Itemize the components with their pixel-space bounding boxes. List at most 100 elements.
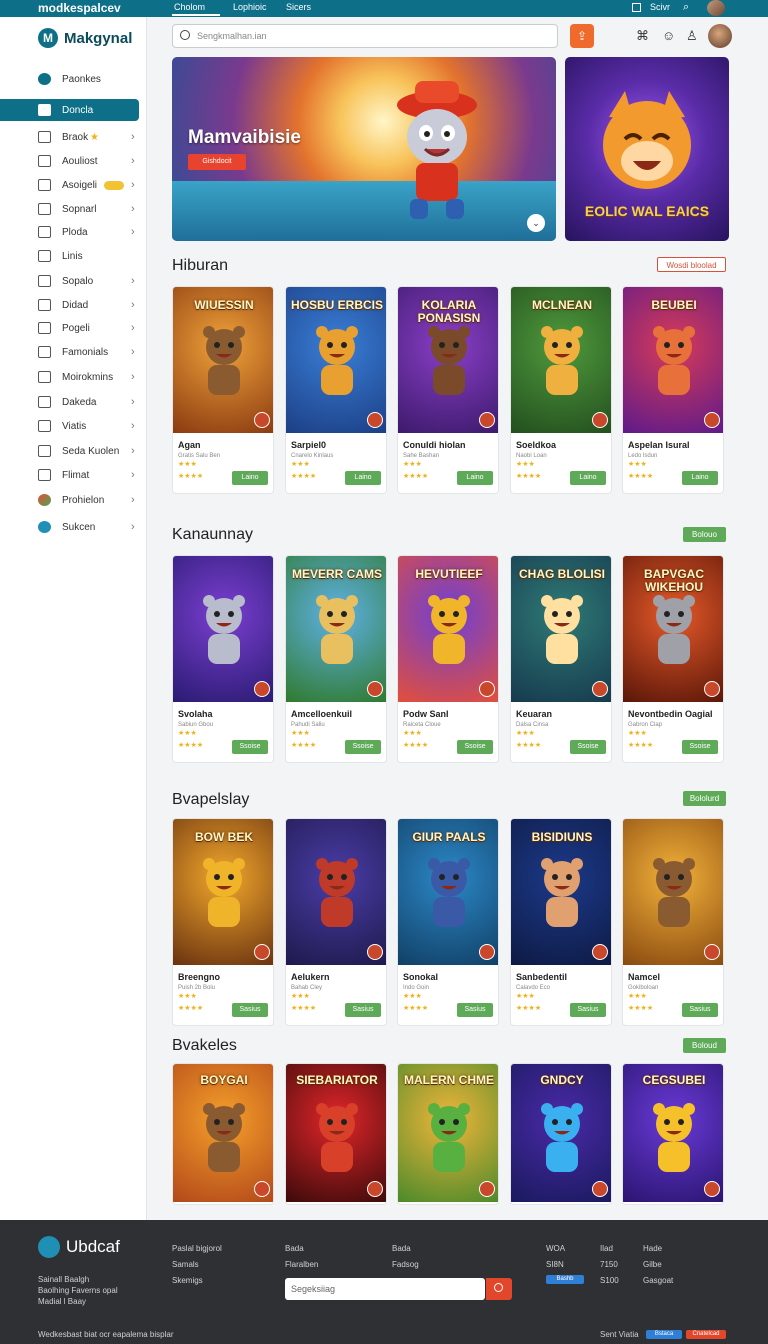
play-button[interactable]: Ssoise — [345, 740, 381, 754]
gift-icon[interactable]: ⌘ — [636, 28, 649, 44]
footer-link[interactable]: Bada — [285, 1244, 304, 1253]
play-button[interactable]: Ssoise — [457, 740, 493, 754]
promo-banner[interactable]: EOLIC WAL EAICS — [565, 57, 729, 241]
footer-badge-1[interactable]: Bashb — [546, 1275, 584, 1284]
hero-banner[interactable]: Mamvaibisie Gishdocit — [172, 57, 556, 241]
window-icon[interactable] — [632, 3, 641, 12]
footer-link[interactable]: SI8N — [546, 1260, 564, 1269]
play-button[interactable]: Laino — [232, 471, 268, 485]
game-card[interactable]: BAPVGAC WIKEHOU Nevontbedin Oagial Gabron … — [622, 555, 724, 763]
top-link-2[interactable]: Lophioic — [233, 2, 267, 12]
footer-link[interactable]: Gilbe — [643, 1260, 662, 1269]
game-card[interactable]: CEGSUBEI — [622, 1063, 724, 1205]
play-button[interactable]: Laino — [457, 471, 493, 485]
sidebar-item-7[interactable]: Ploda › — [0, 221, 146, 243]
footer-link[interactable]: S100 — [600, 1276, 619, 1285]
sidebar-item-14[interactable]: Dakeda › — [0, 391, 146, 413]
game-card[interactable]: MALERN CHME — [397, 1063, 499, 1205]
upload-button[interactable]: ⇪ — [570, 24, 594, 48]
game-card[interactable]: MEVERR CAMS Amcelloenkuil Pahudi Saliu ★★★ ★… — [285, 555, 387, 763]
sidebar-item-15[interactable]: Viatis › — [0, 415, 146, 437]
sidebar-item-19[interactable]: Sukcen › — [0, 516, 146, 538]
footer-link[interactable]: Bada — [392, 1244, 411, 1253]
top-link-1[interactable]: Cholom — [174, 2, 205, 12]
footer-badge-2[interactable]: Bstaca — [646, 1330, 682, 1339]
footer-link[interactable]: Flaralben — [285, 1260, 318, 1269]
site-brand[interactable]: modkespalcev — [38, 1, 121, 15]
sidebar-item-16[interactable]: Seda Kuolen › — [0, 440, 146, 462]
footer-link[interactable]: Fadsog — [392, 1260, 419, 1269]
game-card[interactable]: BEUBEI Aspelan Isural Ledo lsdun ★★★ ★★★★ Lai… — [622, 286, 724, 494]
search-icon[interactable]: ⌕ — [683, 1, 689, 14]
game-card[interactable]: GNDCY — [510, 1063, 612, 1205]
game-card[interactable]: BOYGAI — [172, 1063, 274, 1205]
game-card[interactable]: CHAG BLOLISI Keuaran Dalsa Cinsa ★★★ ★★★★ Sso… — [510, 555, 612, 763]
play-button[interactable]: Sasius — [457, 1003, 493, 1017]
play-button[interactable]: Ssoise — [682, 740, 718, 754]
hero-cta-button[interactable]: Gishdocit — [188, 154, 246, 170]
section-3-more-button[interactable]: Bololurd — [683, 791, 726, 806]
play-button[interactable]: Sasius — [232, 1003, 268, 1017]
sidebar-item-10[interactable]: Didad › — [0, 294, 146, 316]
footer-link[interactable]: Paslal bigjorol — [172, 1244, 222, 1253]
play-button[interactable]: Ssoise — [232, 740, 268, 754]
footer-link[interactable]: WOA — [546, 1244, 565, 1253]
chevron-down-icon[interactable]: ⌄ — [527, 214, 545, 232]
game-card[interactable]: BOW BEK Breengno Puish 2b Bolu ★★★ ★★★★ Sasiu… — [172, 818, 274, 1026]
footer-link[interactable]: Skemigs — [172, 1276, 203, 1285]
section-2-more-button[interactable]: Bolouo — [683, 527, 726, 542]
game-card[interactable]: HEVUTIEEF Podw Sanl Raiceta Cloue ★★★ ★★★★ Ss… — [397, 555, 499, 763]
game-card[interactable]: HOSBU ERBCIS Sarpiel0 Cnarelo Kinlaus ★★★ ★★… — [285, 286, 387, 494]
game-card[interactable]: WIUESSIN Agan Gratis Salu Ben ★★★ ★★★★ Laino — [172, 286, 274, 494]
sidebar-item-18[interactable]: Prohielon › — [0, 489, 146, 511]
sidebar-item-1[interactable]: Paonkes — [0, 68, 146, 90]
sidebar-item-2[interactable]: Doncla — [0, 99, 139, 121]
sidebar-item-3[interactable]: Braok ★ › — [0, 126, 146, 148]
footer-search-button[interactable] — [486, 1278, 512, 1300]
sidebar-logo[interactable]: M Makgynal — [38, 27, 132, 49]
sidebar-item-17[interactable]: Flimat › — [0, 464, 146, 486]
user-icon[interactable]: ♙ — [686, 28, 698, 44]
game-card[interactable]: KOLARIA PONASISN Conuldi hiolan Sahe Basha… — [397, 286, 499, 494]
footer-search-input[interactable]: Segeksiiag — [285, 1278, 485, 1300]
game-card[interactable]: SIEBARIATOR — [285, 1063, 387, 1205]
search-input[interactable]: Sengkmalhan.ian — [172, 24, 558, 48]
section-4-more-button[interactable]: Boloud — [683, 1038, 726, 1053]
footer-badge-3[interactable]: Cnatelcad — [686, 1330, 726, 1339]
footer-link[interactable]: Ilad — [600, 1244, 613, 1253]
top-link-3[interactable]: Sicers — [286, 2, 311, 12]
play-button[interactable]: Sasius — [570, 1003, 606, 1017]
sidebar-item-11[interactable]: Pogeli › — [0, 317, 146, 339]
footer-link[interactable]: Gasgoat — [643, 1276, 673, 1285]
sidebar-item-13[interactable]: Moirokmins › — [0, 366, 146, 388]
section-1-more-button[interactable]: Wosdi bloolad — [657, 257, 726, 272]
chevron-right-icon: › — [131, 226, 135, 238]
game-card[interactable]: BISIDIUNS Sanbedentil Calavdo Eco ★★★ ★★★★ Sa… — [510, 818, 612, 1026]
play-button[interactable]: Sasius — [682, 1003, 718, 1017]
play-button[interactable]: Laino — [345, 471, 381, 485]
game-card[interactable]: Aelukern Bahab Cley ★★★ ★★★★ Sasius — [285, 818, 387, 1026]
game-card[interactable]: MCLNEAN Soeldkoa Naobi Loan ★★★ ★★★★ Laino — [510, 286, 612, 494]
game-card[interactable]: GIUR PAALS Sonokal Indo Goin ★★★ ★★★★ Sasius — [397, 818, 499, 1026]
footer-logo[interactable]: Ubdcaf — [38, 1236, 120, 1258]
smile-icon[interactable]: ☺ — [662, 28, 675, 43]
sidebar-item-4[interactable]: Aouliost › — [0, 150, 146, 172]
play-button[interactable]: Laino — [682, 471, 718, 485]
game-card[interactable]: Namcel Gokiboloan ★★★ ★★★★ Sasius — [622, 818, 724, 1026]
avatar[interactable] — [708, 24, 732, 48]
play-button[interactable]: Sasius — [345, 1003, 381, 1017]
footer-link[interactable]: Hade — [643, 1244, 662, 1253]
sidebar-item-8[interactable]: Linis — [0, 245, 146, 267]
play-button[interactable]: Ssoise — [570, 740, 606, 754]
game-card[interactable]: Svolaha Sabiun Gbou ★★★ ★★★★ Ssoise — [172, 555, 274, 763]
footer-link[interactable]: 7150 — [600, 1260, 618, 1269]
sidebar-item-9[interactable]: Sopalo › — [0, 270, 146, 292]
sidebar-item-5[interactable]: Asoigeli › — [0, 174, 146, 196]
play-button[interactable]: Laino — [570, 471, 606, 485]
top-right-link[interactable]: Scivr — [650, 2, 670, 12]
game-card-art: CEGSUBEI — [623, 1064, 723, 1202]
top-avatar[interactable] — [707, 0, 725, 16]
footer-link[interactable]: Samals — [172, 1260, 199, 1269]
sidebar-item-6[interactable]: Sopnarl › — [0, 198, 146, 220]
sidebar-item-12[interactable]: Famonials › — [0, 341, 146, 363]
